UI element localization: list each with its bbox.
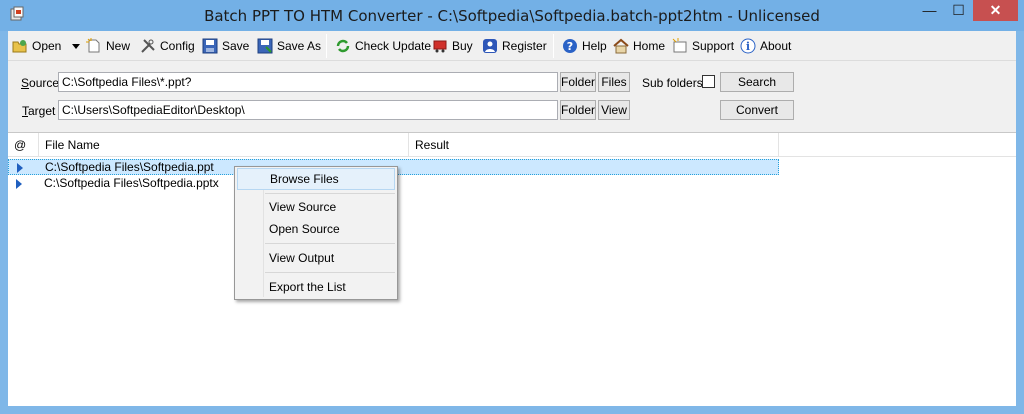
menu-item-browse-files[interactable]: Browse Files [237, 168, 395, 190]
menu-item-view-source[interactable]: View Source [237, 196, 395, 218]
save-disk-icon [202, 38, 218, 54]
menu-item-export-list[interactable]: Export the List [237, 276, 395, 298]
open-label: Open [32, 39, 62, 53]
convert-button[interactable]: Convert [720, 100, 794, 120]
close-button[interactable]: ✕ [973, 0, 1018, 21]
save-as-label: Save As [277, 39, 322, 53]
toolbar: Open New Config Save Save As Check Updat… [8, 31, 1016, 61]
menu-item-open-source[interactable]: Open Source [237, 218, 395, 240]
menu-item-view-output[interactable]: View Output [237, 247, 395, 269]
row-pointer-icon [17, 163, 23, 173]
source-label: Source [21, 76, 60, 90]
list-header: @ File Name Result [8, 133, 1016, 157]
target-path-input[interactable]: C:\Users\SoftpediaEditor\Desktop\ [58, 100, 558, 120]
new-document-icon [86, 38, 100, 53]
open-dropdown-button[interactable] [72, 35, 80, 57]
buy-button[interactable]: Buy [432, 35, 473, 57]
target-label: Target [22, 104, 56, 118]
options-panel: Source C:\Softpedia Files\*.ppt? Folder … [8, 62, 1016, 130]
toolbar-separator [326, 34, 327, 58]
client-area: Open New Config Save Save As Check Updat… [8, 31, 1016, 406]
about-label: About [760, 39, 792, 53]
menu-separator [265, 272, 395, 273]
title-bar[interactable]: Batch PPT TO HTM Converter - C:\Softpedi… [0, 0, 1024, 31]
save-as-disk-icon [257, 38, 273, 54]
new-button[interactable]: New [86, 35, 130, 57]
help-icon: ? [563, 39, 577, 53]
info-icon: i [740, 38, 756, 54]
column-header-status[interactable]: @ [8, 133, 39, 157]
open-folder-icon [12, 40, 27, 53]
source-files-button[interactable]: Files [598, 72, 630, 92]
target-view-button[interactable]: View [598, 100, 630, 120]
support-button[interactable]: Support [672, 35, 734, 57]
source-path-input[interactable]: C:\Softpedia Files\*.ppt? [58, 72, 558, 92]
subfolders-label: Sub folders [642, 76, 703, 90]
row-pointer-icon [16, 179, 22, 189]
register-button[interactable]: Register [482, 35, 547, 57]
subfolders-checkbox[interactable] [702, 75, 715, 88]
file-list[interactable]: @ File Name Result C:\Softpedia Files\So… [8, 132, 1016, 406]
shopping-cart-icon [433, 40, 447, 53]
about-button[interactable]: i About [740, 35, 791, 57]
context-menu: Browse Files View Source Open Source Vie… [234, 166, 398, 300]
save-label: Save [222, 39, 250, 53]
register-label: Register [502, 39, 547, 53]
window-title: Batch PPT TO HTM Converter - C:\Softpedi… [204, 7, 820, 25]
register-icon [483, 39, 497, 53]
home-icon [613, 38, 629, 54]
svg-text:?: ? [567, 40, 573, 53]
column-header-file-name[interactable]: File Name [39, 133, 409, 157]
source-folder-button[interactable]: Folder [560, 72, 596, 92]
app-window: Batch PPT TO HTM Converter - C:\Softpedi… [0, 0, 1024, 414]
config-label: Config [160, 39, 195, 53]
tools-icon [141, 39, 155, 53]
minimize-button[interactable]: — [916, 0, 943, 21]
search-button[interactable]: Search [720, 72, 794, 92]
support-label: Support [692, 39, 735, 53]
row-file-name: C:\Softpedia Files\Softpedia.pptx [44, 176, 219, 190]
open-button[interactable]: Open [12, 35, 61, 57]
home-label: Home [633, 39, 666, 53]
menu-separator [265, 193, 395, 194]
new-label: New [106, 39, 131, 53]
refresh-icon [336, 39, 350, 53]
home-button[interactable]: Home [613, 35, 665, 57]
save-button[interactable]: Save [202, 35, 249, 57]
maximize-button[interactable]: ☐ [945, 0, 972, 21]
toolbar-separator [553, 34, 554, 58]
config-button[interactable]: Config [140, 35, 195, 57]
save-as-button[interactable]: Save As [257, 35, 321, 57]
menu-separator [265, 243, 395, 244]
help-button[interactable]: ? Help [562, 35, 607, 57]
svg-text:i: i [746, 40, 750, 53]
buy-label: Buy [452, 39, 473, 53]
support-icon [672, 38, 687, 53]
row-file-name: C:\Softpedia Files\Softpedia.ppt [45, 160, 214, 174]
check-update-button[interactable]: Check Update [335, 35, 431, 57]
check-update-label: Check Update [355, 39, 432, 53]
column-header-result[interactable]: Result [409, 133, 779, 157]
dropdown-arrow-icon [72, 43, 80, 49]
help-label: Help [582, 39, 607, 53]
target-folder-button[interactable]: Folder [560, 100, 596, 120]
